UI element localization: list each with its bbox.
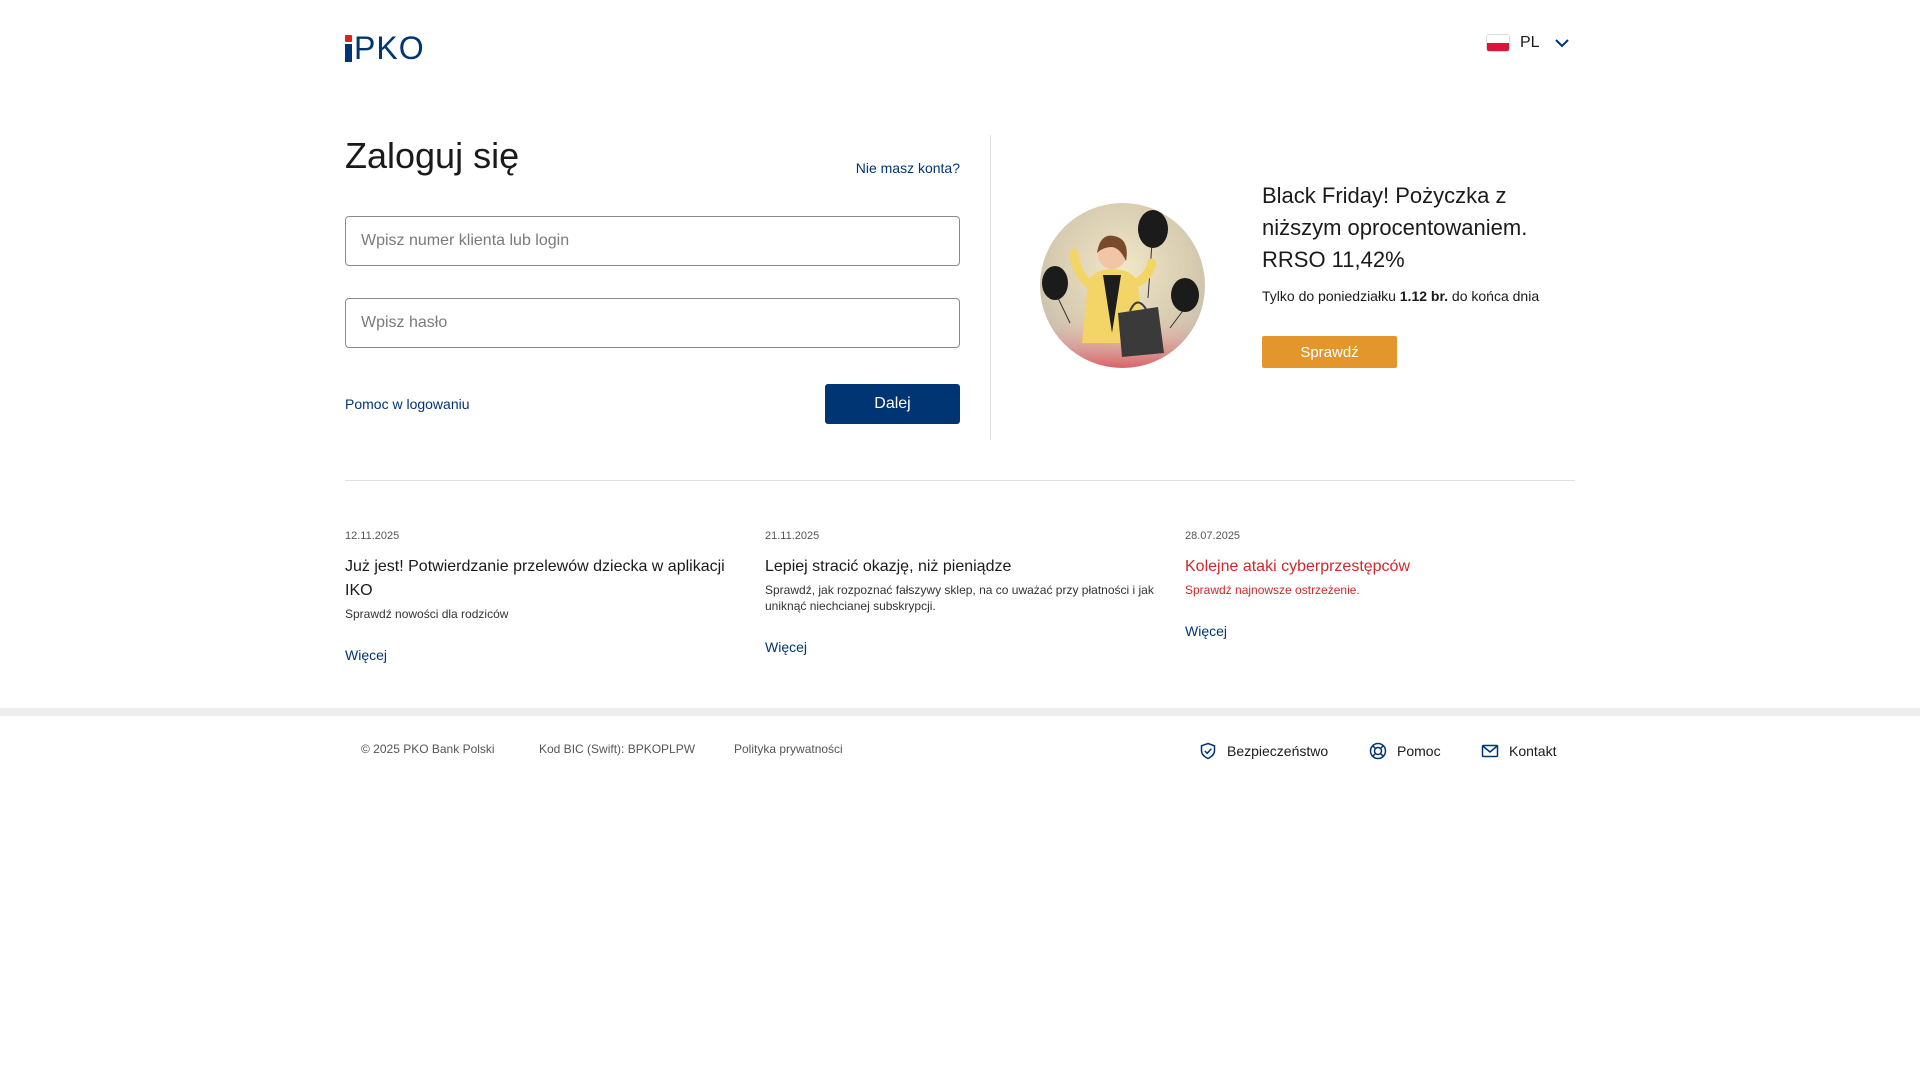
news-more-link[interactable]: Więcej xyxy=(1185,623,1227,639)
footer-separator xyxy=(0,708,1920,716)
news-item: 12.11.2025 Już jest! Potwierdzanie przel… xyxy=(345,530,735,665)
pko-logo[interactable]: PKO xyxy=(345,30,425,66)
logo-i-mark xyxy=(345,35,352,62)
next-button[interactable]: Dalej xyxy=(825,384,960,424)
login-input[interactable] xyxy=(345,216,960,266)
shield-check-icon xyxy=(1200,742,1216,760)
lifebuoy-icon xyxy=(1369,742,1387,760)
footer-copyright: © 2025 PKO Bank Polski xyxy=(361,742,495,756)
poland-flag-icon xyxy=(1486,34,1510,52)
promo-image xyxy=(1040,203,1205,368)
news-title: Kolejne ataki cyberprzestępców xyxy=(1185,558,1411,575)
promo-subtitle-prefix: Tylko do poniedziałku xyxy=(1262,288,1396,304)
news-date: 21.11.2025 xyxy=(765,530,820,542)
login-form: Zaloguj się Nie masz konta? Pomoc w logo… xyxy=(345,135,960,424)
promo-text: Black Friday! Pożyczka z niższym oprocen… xyxy=(1262,180,1582,368)
news-description: Sprawdź najnowsze ostrzeżenie. xyxy=(1185,583,1360,597)
footer-contact-link[interactable]: Kontakt xyxy=(1481,742,1556,760)
promo-title: Black Friday! Pożyczka z niższym oprocen… xyxy=(1262,183,1528,272)
promo-subtitle-date: 1.12 br. xyxy=(1399,288,1449,304)
news-date: 12.11.2025 xyxy=(345,530,400,542)
language-selector[interactable]: PL xyxy=(1486,34,1570,52)
news-item: 21.11.2025 Lepiej stracić okazję, niż pi… xyxy=(765,530,1155,657)
footer-bic: Kod BIC (Swift): BPKOPLPW xyxy=(539,742,696,756)
news-title: Już jest! Potwierdzanie przelewów dzieck… xyxy=(345,558,725,599)
news-item: 28.07.2025 Kolejne ataki cyberprzestępcó… xyxy=(1185,530,1575,641)
footer-privacy-link[interactable]: Polityka prywatności xyxy=(734,742,843,756)
password-input[interactable] xyxy=(345,298,960,348)
envelope-icon xyxy=(1481,744,1499,758)
news-more-link[interactable]: Więcej xyxy=(765,639,807,655)
promo-check-button[interactable]: Sprawdź xyxy=(1262,336,1397,368)
vertical-divider xyxy=(990,135,991,440)
news-description: Sprawdź nowości dla rodziców xyxy=(345,607,509,621)
logo-text: PKO xyxy=(354,30,425,66)
woman-with-balloons-illustration xyxy=(1040,210,1205,368)
news-more-link[interactable]: Więcej xyxy=(345,647,387,663)
login-help-link[interactable]: Pomoc w logowaniu xyxy=(345,396,470,412)
footer-help-label: Pomoc xyxy=(1397,743,1441,759)
header: PKO PL xyxy=(0,0,1920,100)
footer-contact-label: Kontakt xyxy=(1509,743,1557,759)
footer-help-link[interactable]: Pomoc xyxy=(1369,742,1441,760)
news-description: Sprawdź, jak rozpoznać fałszywy sklep, n… xyxy=(765,583,1154,613)
horizontal-divider xyxy=(345,480,1575,481)
promo-subtitle: Tylko do poniedziałku 1.12 br. do końca … xyxy=(1262,288,1582,304)
footer: © 2025 PKO Bank Polski Kod BIC (Swift): … xyxy=(0,716,1920,786)
news-title: Lepiej stracić okazję, niż pieniądze xyxy=(765,558,1012,575)
language-code: PL xyxy=(1520,34,1540,51)
no-account-link[interactable]: Nie masz konta? xyxy=(856,160,960,176)
footer-security-label: Bezpieczeństwo xyxy=(1227,743,1329,759)
news-date: 28.07.2025 xyxy=(1185,530,1241,542)
chevron-down-icon xyxy=(1554,39,1569,48)
footer-security-link[interactable]: Bezpieczeństwo xyxy=(1199,742,1328,760)
promo-subtitle-suffix: do końca dnia xyxy=(1451,288,1540,304)
